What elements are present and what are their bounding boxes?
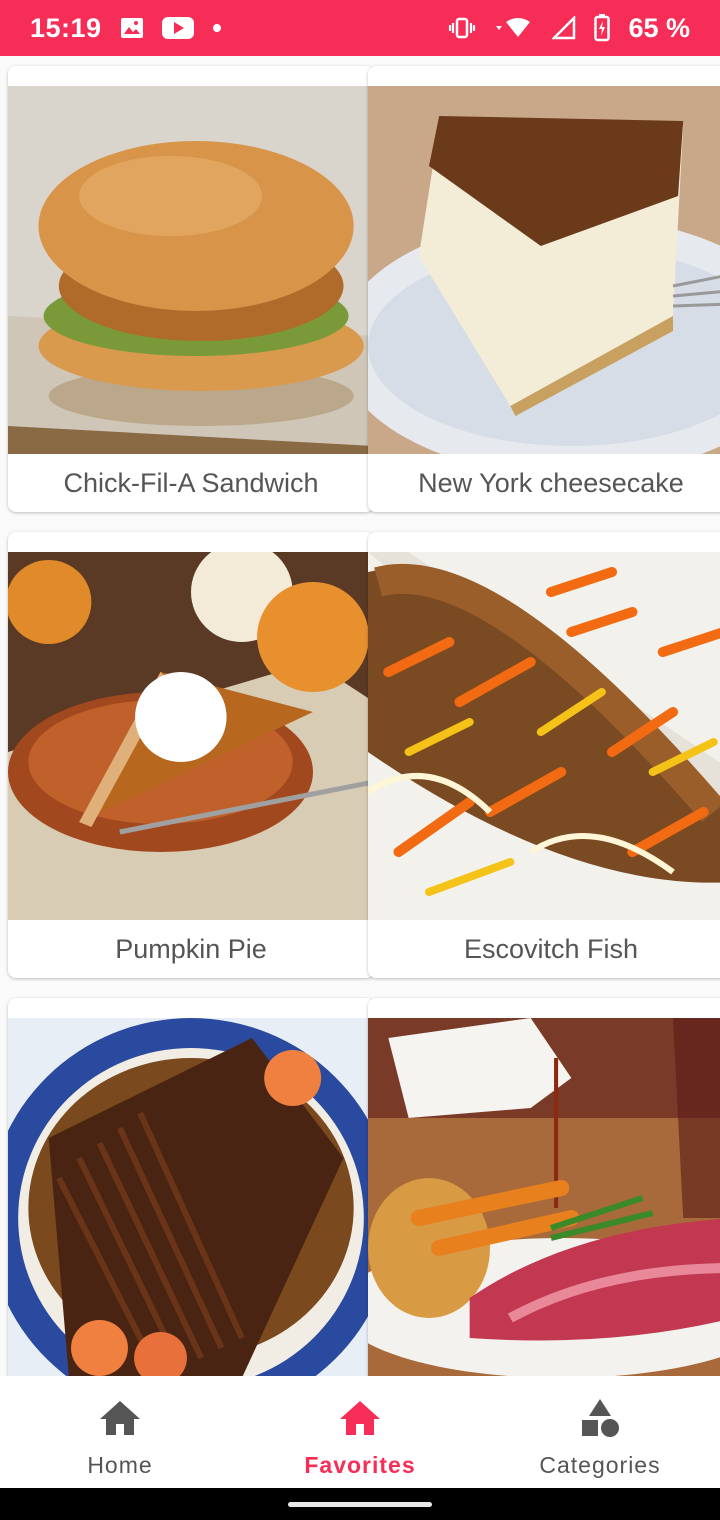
battery-percent: 65 %: [628, 12, 690, 43]
recipe-image: [8, 86, 374, 454]
recipe-card[interactable]: Escovitch Fish: [368, 532, 720, 978]
recipe-image: [8, 552, 374, 920]
nav-categories[interactable]: Categories: [480, 1376, 720, 1488]
signal-icon: [552, 16, 576, 40]
recipe-card[interactable]: [368, 998, 720, 1376]
recipe-image: [368, 1018, 720, 1376]
wifi-icon: [494, 16, 534, 40]
battery-icon: [594, 14, 611, 42]
recipe-card[interactable]: [8, 998, 374, 1376]
favorites-grid: Chick-Fil-A Sandwich New York cheesecake: [0, 56, 720, 1376]
status-bar: 15:19 65 %: [0, 0, 720, 56]
youtube-icon: [161, 16, 194, 40]
dot-icon: [212, 23, 222, 33]
categories-icon: [578, 1396, 622, 1440]
system-gesture-bar: [0, 1488, 720, 1520]
bottom-navigation: Home Favorites Categories: [0, 1376, 720, 1488]
nav-categories-label: Categories: [539, 1452, 661, 1478]
recipe-card[interactable]: New York cheesecake: [368, 66, 720, 512]
nav-favorites[interactable]: Favorites: [240, 1376, 480, 1488]
vibrate-icon: [448, 16, 476, 40]
gesture-handle[interactable]: [288, 1502, 432, 1507]
home-icon: [98, 1396, 142, 1440]
recipe-title: Escovitch Fish: [463, 934, 639, 964]
recipe-card[interactable]: Pumpkin Pie: [8, 532, 374, 978]
image-icon: [120, 16, 144, 40]
nav-favorites-label: Favorites: [304, 1452, 416, 1478]
recipe-title: Chick-Fil-A Sandwich: [63, 468, 319, 498]
recipe-title: New York cheesecake: [418, 468, 684, 498]
recipe-image: [8, 1018, 374, 1376]
nav-home[interactable]: Home: [0, 1376, 240, 1488]
recipe-image: [368, 86, 720, 454]
status-time: 15:19: [30, 12, 102, 43]
recipe-title: Pumpkin Pie: [115, 934, 267, 964]
recipe-card[interactable]: Chick-Fil-A Sandwich: [8, 66, 374, 512]
home-icon: [338, 1396, 382, 1440]
nav-home-label: Home: [87, 1452, 153, 1478]
recipe-image: [368, 552, 720, 920]
